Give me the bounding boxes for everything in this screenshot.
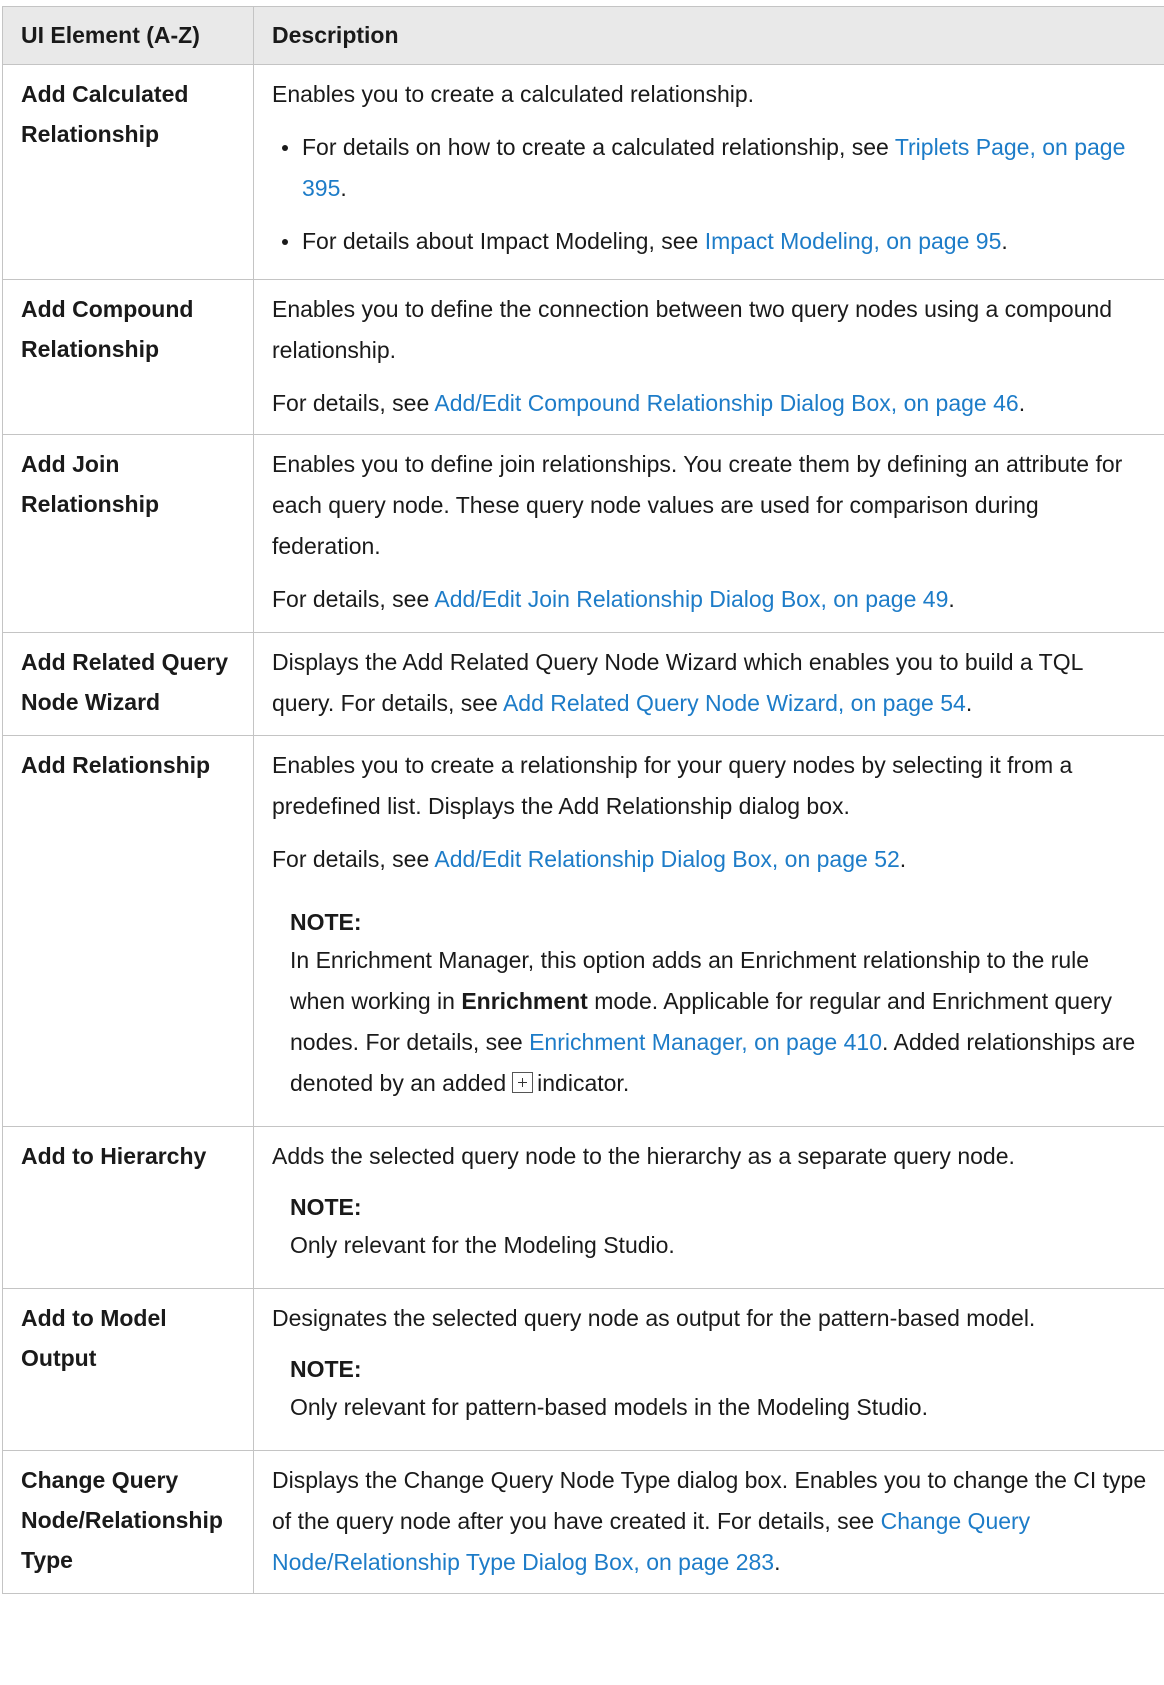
ui-element-name-line: Relationship [21,336,160,362]
details-prefix: For details, see [272,846,435,872]
table-row: Add to Hierarchy Adds the selected query… [2,1126,1164,1289]
ui-element-name-line: Add to Model [21,1305,167,1331]
ui-element-name: Add Relationship [2,735,254,1127]
ui-element-name-line: Add to Hierarchy [21,1143,207,1169]
ui-element-name: Add to Model Output [2,1288,254,1451]
table-row: Add Relationship Enables you to create a… [2,735,1164,1127]
description-text: Enables you to define join relationships… [272,451,1123,559]
ui-element-name: Add Calculated Relationship [2,64,254,280]
note-box: NOTE: In Enrichment Manager, this option… [290,904,1150,1104]
details-prefix: For details, see [272,390,435,416]
ui-element-name: Add to Hierarchy [2,1126,254,1289]
details-text: For details, see Add/Edit Compound Relat… [272,390,1026,416]
table-row: Add Calculated Relationship Enables you … [2,64,1164,280]
bullet-list: For details on how to create a calculate… [272,127,1150,262]
ui-element-name-line: Relationship [21,491,160,517]
column-header-description: Description [253,6,1164,65]
ui-element-description: Displays the Change Query Node Type dial… [253,1450,1164,1594]
ui-element-name: Add Related Query Node Wizard [2,632,254,736]
ui-element-description: Enables you to define the connection bet… [253,279,1164,435]
note-text: Only relevant for pattern-based models i… [290,1394,928,1420]
ui-element-name-line: Add Calculated [21,81,189,107]
ui-element-name-line: Node/Relationship [21,1507,223,1533]
table-row: Add Compound Relationship Enables you to… [2,279,1164,435]
table-row: Change Query Node/Relationship Type Disp… [2,1450,1164,1594]
note-text-part: indicator. [537,1070,630,1096]
ui-element-name-line: Add Compound [21,296,194,322]
ui-element-name: Change Query Node/Relationship Type [2,1450,254,1594]
description-text: Designates the selected query node as ou… [272,1305,1036,1331]
bullet-text: For details about Impact Modeling, see [302,228,705,254]
ui-element-name-line: Node Wizard [21,689,161,715]
note-bold-text: Enrichment [461,988,588,1014]
link-impact-modeling[interactable]: Impact Modeling, on page 95 [705,228,1002,254]
link-enrichment-manager[interactable]: Enrichment Manager, on page 410 [529,1029,882,1055]
ui-element-description: Enables you to create a calculated relat… [253,64,1164,280]
ui-element-name: Add Join Relationship [2,434,254,633]
link-add-related-query-node-wizard[interactable]: Add Related Query Node Wizard, on page 5… [503,690,966,716]
details-prefix: For details, see [272,586,435,612]
ui-element-name-line: Type [21,1547,73,1573]
link-compound-relationship-dialog[interactable]: Add/Edit Compound Relationship Dialog Bo… [434,390,1018,416]
ui-element-description: Adds the selected query node to the hier… [253,1126,1164,1289]
note-title: NOTE: [290,909,362,935]
list-item: For details about Impact Modeling, see I… [272,221,1150,262]
details-text: For details, see Add/Edit Join Relations… [272,586,955,612]
list-item: For details on how to create a calculate… [272,127,1150,209]
ui-element-name-line: Add Related Query [21,649,229,675]
link-join-relationship-dialog[interactable]: Add/Edit Join Relationship Dialog Box, o… [434,586,948,612]
ui-element-description: Enables you to define join relationships… [253,434,1164,633]
ui-element-name-line: Add Relationship [21,752,211,778]
table-row: Add to Model Output Designates the selec… [2,1288,1164,1451]
column-header-ui-element: UI Element (A-Z) [2,6,254,65]
description-text: Adds the selected query node to the hier… [272,1143,1015,1169]
description-text: Displays the Add Related Query Node Wiza… [272,649,1083,716]
note-box: NOTE: Only relevant for pattern-based mo… [290,1351,1150,1428]
note-title: NOTE: [290,1356,362,1382]
note-box: NOTE: Only relevant for the Modeling Stu… [290,1189,1150,1266]
description-text: Enables you to create a calculated relat… [272,81,755,107]
table-row: Add Related Query Node Wizard Displays t… [2,632,1164,736]
ui-elements-table: UI Element (A-Z) Description Add Calcula… [2,6,1164,1594]
ui-element-description: Enables you to create a relationship for… [253,735,1164,1127]
ui-element-description: Displays the Add Related Query Node Wiza… [253,632,1164,736]
ui-element-name-line: Change Query [21,1467,179,1493]
added-indicator-icon [512,1072,534,1093]
table-row: Add Join Relationship Enables you to def… [2,434,1164,633]
bullet-text: For details on how to create a calculate… [302,134,895,160]
note-title: NOTE: [290,1194,362,1220]
ui-element-name-line: Output [21,1345,97,1371]
ui-element-name: Add Compound Relationship [2,279,254,435]
description-text: Displays the Change Query Node Type dial… [272,1467,1147,1575]
ui-element-name-line: Add Join [21,451,120,477]
details-text: For details, see Add/Edit Relationship D… [272,846,907,872]
description-text: Enables you to define the connection bet… [272,296,1113,363]
ui-element-name-line: Relationship [21,121,160,147]
link-relationship-dialog[interactable]: Add/Edit Relationship Dialog Box, on pag… [434,846,899,872]
ui-element-description: Designates the selected query node as ou… [253,1288,1164,1451]
table-header-row: UI Element (A-Z) Description [2,6,1164,65]
note-text: In Enrichment Manager, this option adds … [290,940,1150,1104]
note-text: Only relevant for the Modeling Studio. [290,1232,675,1258]
description-text: Enables you to create a relationship for… [272,752,1073,819]
